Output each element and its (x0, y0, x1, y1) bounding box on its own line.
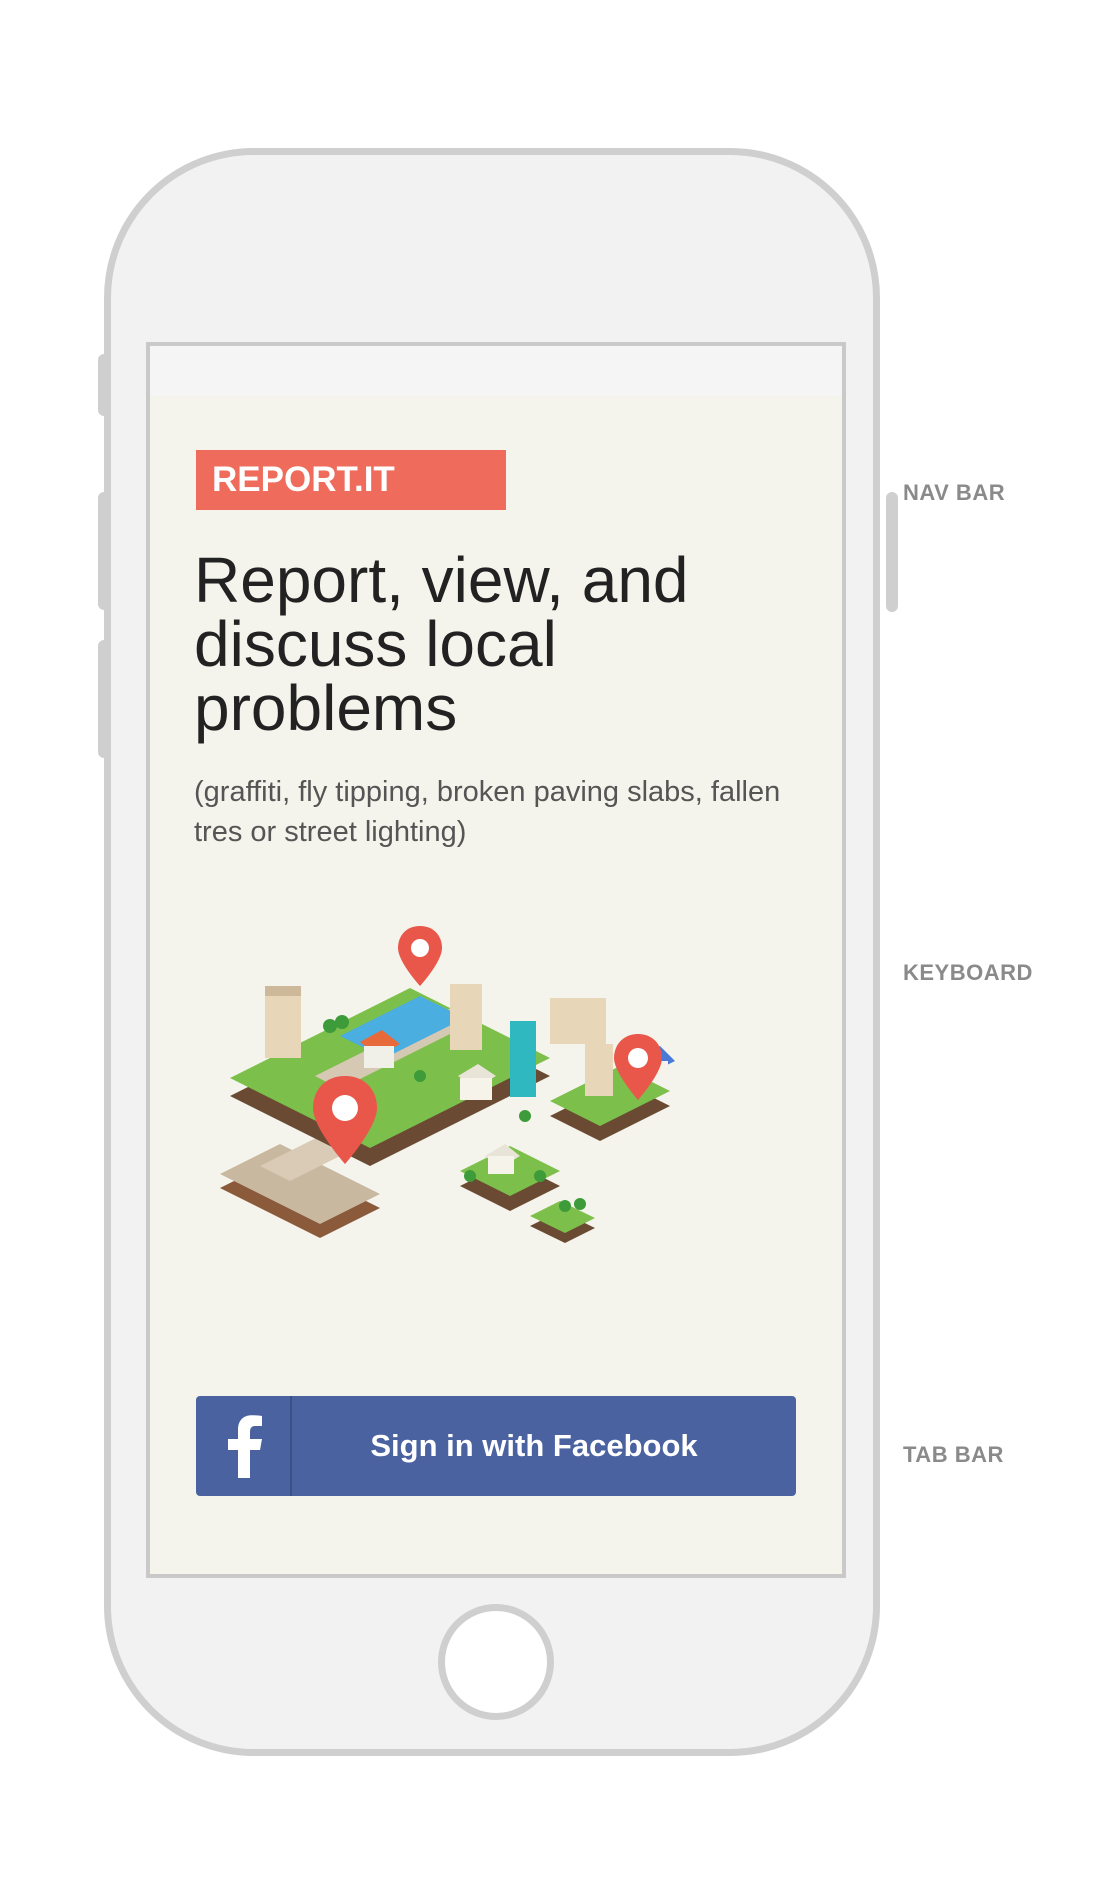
facebook-signin-button[interactable]: Sign in with Facebook (196, 1396, 796, 1496)
welcome-screen: REPORT.IT Report, view, and discuss loca… (150, 396, 842, 1574)
side-button-mute (98, 354, 110, 416)
page-subtitle: (graffiti, fly tipping, broken paving sl… (194, 776, 781, 848)
facebook-signin-label: Sign in with Facebook (370, 1428, 698, 1463)
map-pin-icon (398, 926, 442, 986)
side-button-volume-down (98, 640, 110, 758)
side-button-power (886, 492, 898, 612)
facebook-icon (196, 1396, 292, 1496)
phone-screen: REPORT.IT Report, view, and discuss loca… (146, 342, 846, 1578)
status-bar (150, 346, 842, 396)
home-button[interactable] (438, 1604, 554, 1720)
isometric-city-illustration (220, 926, 675, 1243)
side-button-volume-up (98, 492, 110, 610)
brand-logo: REPORT.IT (196, 450, 506, 510)
annotation-nav-bar: NAV BAR (903, 480, 1006, 505)
page-title: Report, view, and discuss local problems (194, 544, 689, 744)
annotation-tab-bar: TAB BAR (903, 1442, 1004, 1467)
small-grass-islands (460, 1146, 595, 1243)
annotation-keyboard: KEYBOARD (903, 960, 1033, 985)
